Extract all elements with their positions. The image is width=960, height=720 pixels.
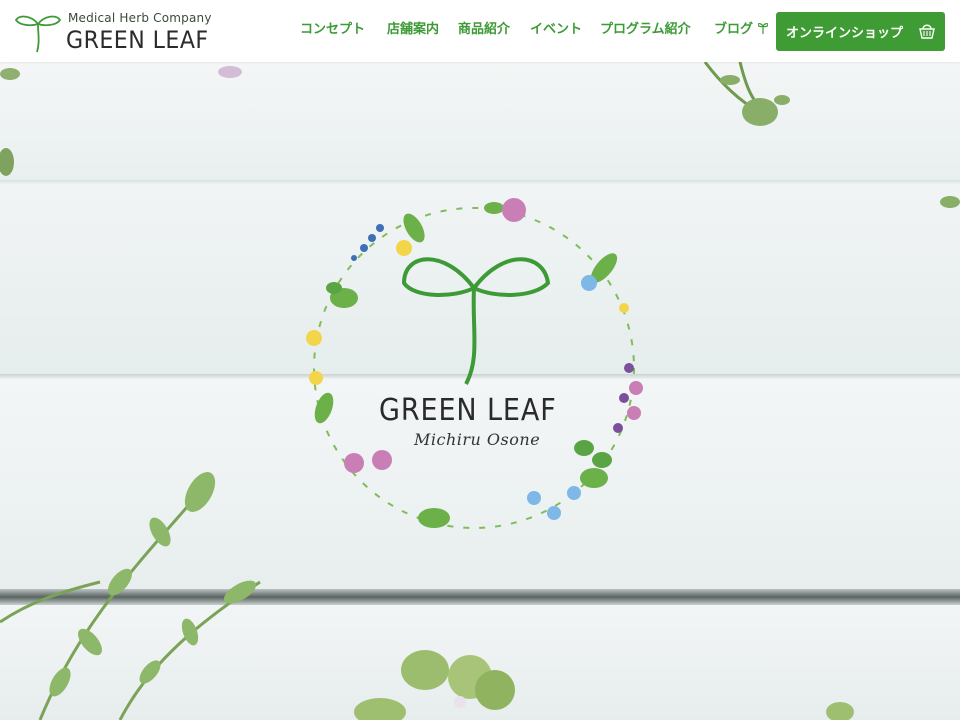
nav-item-blog-label: ブログ [714, 22, 754, 37]
nav-item-stores[interactable]: 店舗案内 [387, 20, 439, 40]
nav-item-programs[interactable]: プログラム紹介 [600, 20, 691, 40]
nav-item-products[interactable]: 商品紹介 [458, 20, 510, 40]
sprout-small-icon [756, 23, 769, 34]
logo-tagline: Medical Herb Company [68, 11, 212, 25]
logo-name: GREEN LEAF [66, 26, 209, 54]
wreath-logo-title: GREEN LEAF [379, 393, 557, 428]
site-logo[interactable]: Medical Herb Company GREEN LEAF [14, 8, 234, 56]
wreath-logo [306, 198, 643, 529]
sprout-logo-icon [14, 15, 62, 53]
site-header: Medical Herb Company GREEN LEAF コンセプト 店舗… [0, 0, 960, 62]
online-shop-label: オンラインショップ [786, 26, 904, 41]
online-shop-button[interactable]: オンラインショップ [776, 12, 945, 51]
nav-item-concept[interactable]: コンセプト [300, 20, 365, 40]
nav-item-events[interactable]: イベント [530, 20, 582, 40]
nav-item-blog[interactable]: ブログ [714, 20, 770, 40]
basket-icon [919, 24, 935, 39]
hero-background: GREEN LEAF Michiru Osone [0, 62, 960, 720]
wreath-logo-signature: Michiru Osone [414, 430, 541, 449]
